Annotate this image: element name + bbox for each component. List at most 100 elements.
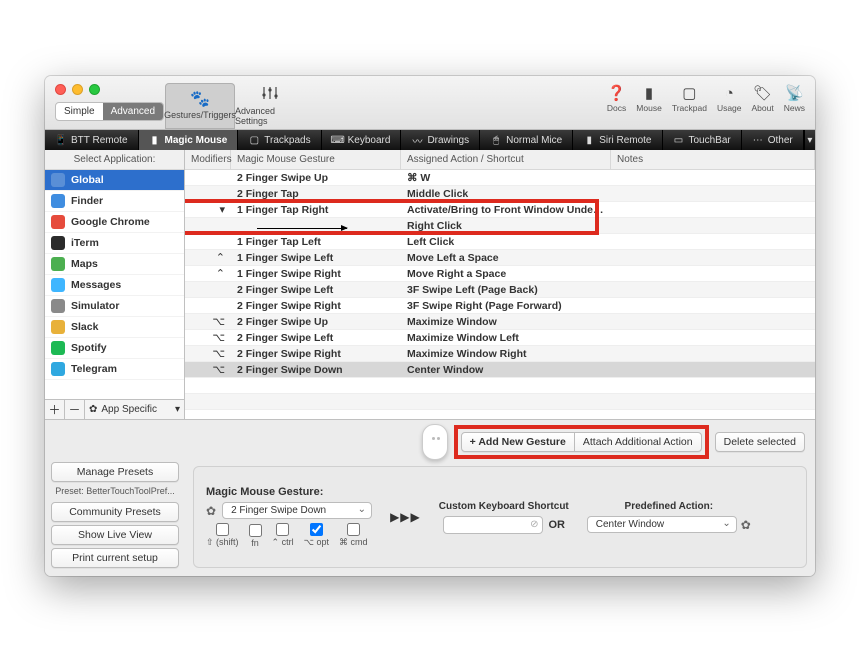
header-notes[interactable]: Notes <box>611 150 815 169</box>
broadcast-icon: 📡 <box>785 86 804 101</box>
add-app-button[interactable]: ＋ <box>45 400 65 419</box>
mod-opt[interactable]: ⌥ opt <box>304 523 329 548</box>
mod-cmd[interactable]: ⌘ cmd <box>339 523 368 548</box>
table-row[interactable]: 1 Finger Tap LeftLeft Click <box>185 234 815 250</box>
table-header: Modifiers Magic Mouse Gesture Assigned A… <box>185 150 815 170</box>
sidebar-item-simulator[interactable]: Simulator <box>45 296 184 317</box>
app-window: Simple Advanced 🐾 Gestures/Triggers Adva… <box>45 76 815 576</box>
app-label: Google Chrome <box>71 216 150 228</box>
sidebar-item-finder[interactable]: Finder <box>45 191 184 212</box>
tab-btt-remote[interactable]: 📱BTT Remote <box>45 130 139 150</box>
device-tab-bar: 📱BTT Remote ▮Magic Mouse ▢Trackpads ⌨Key… <box>45 130 815 150</box>
cell-gesture: 1 Finger Tap Left <box>231 236 401 248</box>
trackpad-button[interactable]: ▢Trackpad <box>672 86 707 113</box>
table-row[interactable]: ⌃1 Finger Swipe LeftMove Left a Space <box>185 250 815 266</box>
cell-gesture: 2 Finger Swipe Right <box>231 348 401 360</box>
table-row[interactable]: Right Click <box>185 218 815 234</box>
tab-normal-mice[interactable]: 🖱Normal Mice <box>480 130 573 150</box>
shortcut-input[interactable]: ⊘ <box>443 516 543 534</box>
minimize-button[interactable] <box>72 84 83 95</box>
header-gesture[interactable]: Magic Mouse Gesture <box>231 150 401 169</box>
sidebar-item-messages[interactable]: Messages <box>45 275 184 296</box>
app-icon <box>51 257 65 271</box>
gesture-table: Modifiers Magic Mouse Gesture Assigned A… <box>185 150 815 419</box>
clear-shortcut-button[interactable]: ⊘ <box>530 519 538 530</box>
gesture-select[interactable]: 2 Finger Swipe Down <box>222 502 372 519</box>
app-icon <box>51 173 65 187</box>
other-icon: ⋯ <box>752 134 764 146</box>
device-bar-dropdown[interactable]: ▾ <box>804 130 815 150</box>
sidebar-item-slack[interactable]: Slack <box>45 317 184 338</box>
toolbar-tabs: 🐾 Gestures/Triggers Advanced Settings <box>165 82 305 129</box>
sidebar: Select Application: GlobalFinderGoogle C… <box>45 150 185 419</box>
mode-toggle[interactable]: Simple Advanced <box>55 102 164 121</box>
close-button[interactable] <box>55 84 66 95</box>
sidebar-item-global[interactable]: Global <box>45 170 184 191</box>
mod-ctrl-checkbox[interactable] <box>276 523 289 536</box>
predefined-settings-button[interactable]: ✿ <box>741 518 751 532</box>
news-button[interactable]: 📡News <box>784 86 805 113</box>
mod-cmd-checkbox[interactable] <box>347 523 360 536</box>
drawings-icon: 〰 <box>411 134 423 146</box>
tab-advanced-settings[interactable]: Advanced Settings <box>235 83 305 129</box>
tab-keyboard[interactable]: ⌨Keyboard <box>322 130 402 150</box>
show-live-view-button[interactable]: Show Live View <box>51 525 179 545</box>
mouse-button[interactable]: ▮Mouse <box>636 86 662 113</box>
mod-ctrl[interactable]: ⌃ ctrl <box>272 523 294 548</box>
gesture-settings-button[interactable]: ✿ <box>206 504 216 518</box>
predefined-action-select[interactable]: Center Window <box>587 516 737 533</box>
sidebar-item-telegram[interactable]: Telegram <box>45 359 184 380</box>
mod-opt-checkbox[interactable] <box>310 523 323 536</box>
tab-touchbar[interactable]: ▭TouchBar <box>663 130 742 150</box>
print-current-setup-button[interactable]: Print current setup <box>51 548 179 568</box>
sidebar-item-spotify[interactable]: Spotify <box>45 338 184 359</box>
app-specific-dropdown[interactable]: ✿ App Specific ▾ <box>85 404 184 415</box>
docs-button[interactable]: ❓Docs <box>607 86 626 113</box>
manage-presets-button[interactable]: Manage Presets <box>51 462 179 482</box>
sidebar-item-iterm[interactable]: iTerm <box>45 233 184 254</box>
table-row[interactable]: ⌥2 Finger Swipe LeftMaximize Window Left <box>185 330 815 346</box>
tab-gestures-triggers[interactable]: 🐾 Gestures/Triggers <box>165 83 235 129</box>
tab-siri-remote[interactable]: ▮Siri Remote <box>573 130 662 150</box>
tab-trackpads[interactable]: ▢Trackpads <box>238 130 321 150</box>
table-body[interactable]: 2 Finger Swipe Up⌘ W2 Finger TapMiddle C… <box>185 170 815 419</box>
mod-fn-checkbox[interactable] <box>249 524 262 537</box>
cell-modifier: ⌃ <box>185 267 231 280</box>
delete-selected-button[interactable]: Delete selected <box>715 432 805 452</box>
sidebar-item-maps[interactable]: Maps <box>45 254 184 275</box>
cell-gesture: 2 Finger Swipe Right <box>231 300 401 312</box>
sidebar-item-google-chrome[interactable]: Google Chrome <box>45 212 184 233</box>
mod-shift-checkbox[interactable] <box>216 523 229 536</box>
table-row[interactable]: 2 Finger Swipe Left3F Swipe Left (Page B… <box>185 282 815 298</box>
mode-advanced[interactable]: Advanced <box>103 103 163 120</box>
table-row[interactable]: ⌃1 Finger Swipe RightMove Right a Space <box>185 266 815 282</box>
table-row[interactable]: 2 Finger TapMiddle Click <box>185 186 815 202</box>
header-action[interactable]: Assigned Action / Shortcut <box>401 150 611 169</box>
add-new-gesture-button[interactable]: + Add New Gesture <box>461 432 575 452</box>
tab-magic-mouse[interactable]: ▮Magic Mouse <box>139 130 239 150</box>
mod-shift[interactable]: ⇧ (shift) <box>206 523 239 548</box>
table-row[interactable]: ⌥2 Finger Swipe DownCenter Window <box>185 362 815 378</box>
table-row[interactable]: 2 Finger Swipe Up⌘ W <box>185 170 815 186</box>
application-list[interactable]: Global Finder Google Chrome iTermMapsMessag… <box>45 170 184 399</box>
app-icon <box>51 320 65 334</box>
table-row[interactable]: 2 Finger Swipe Right3F Swipe Right (Page… <box>185 298 815 314</box>
usage-button[interactable]: ◔Usage <box>717 86 742 113</box>
tab-other[interactable]: ⋯Other <box>742 130 804 150</box>
cell-action: Right Click <box>401 220 611 232</box>
cell-action: ⌘ W <box>401 172 611 184</box>
remove-app-button[interactable]: － <box>65 400 85 419</box>
attach-additional-action-button[interactable]: Attach Additional Action <box>575 432 702 452</box>
tab-drawings[interactable]: 〰Drawings <box>401 130 480 150</box>
mod-fn[interactable]: fn <box>249 524 262 548</box>
header-modifiers[interactable]: Modifiers <box>185 150 231 169</box>
mode-simple[interactable]: Simple <box>56 103 103 120</box>
table-row[interactable]: ▾1 Finger Tap RightActivate/Bring to Fro… <box>185 202 815 218</box>
community-presets-button[interactable]: Community Presets <box>51 502 179 522</box>
about-button[interactable]: 🏷About <box>752 86 774 113</box>
zoom-button[interactable] <box>89 84 100 95</box>
app-label: Global <box>71 174 104 186</box>
docs-label: Docs <box>607 103 626 113</box>
table-row[interactable]: ⌥2 Finger Swipe RightMaximize Window Rig… <box>185 346 815 362</box>
table-row[interactable]: ⌥2 Finger Swipe UpMaximize Window <box>185 314 815 330</box>
